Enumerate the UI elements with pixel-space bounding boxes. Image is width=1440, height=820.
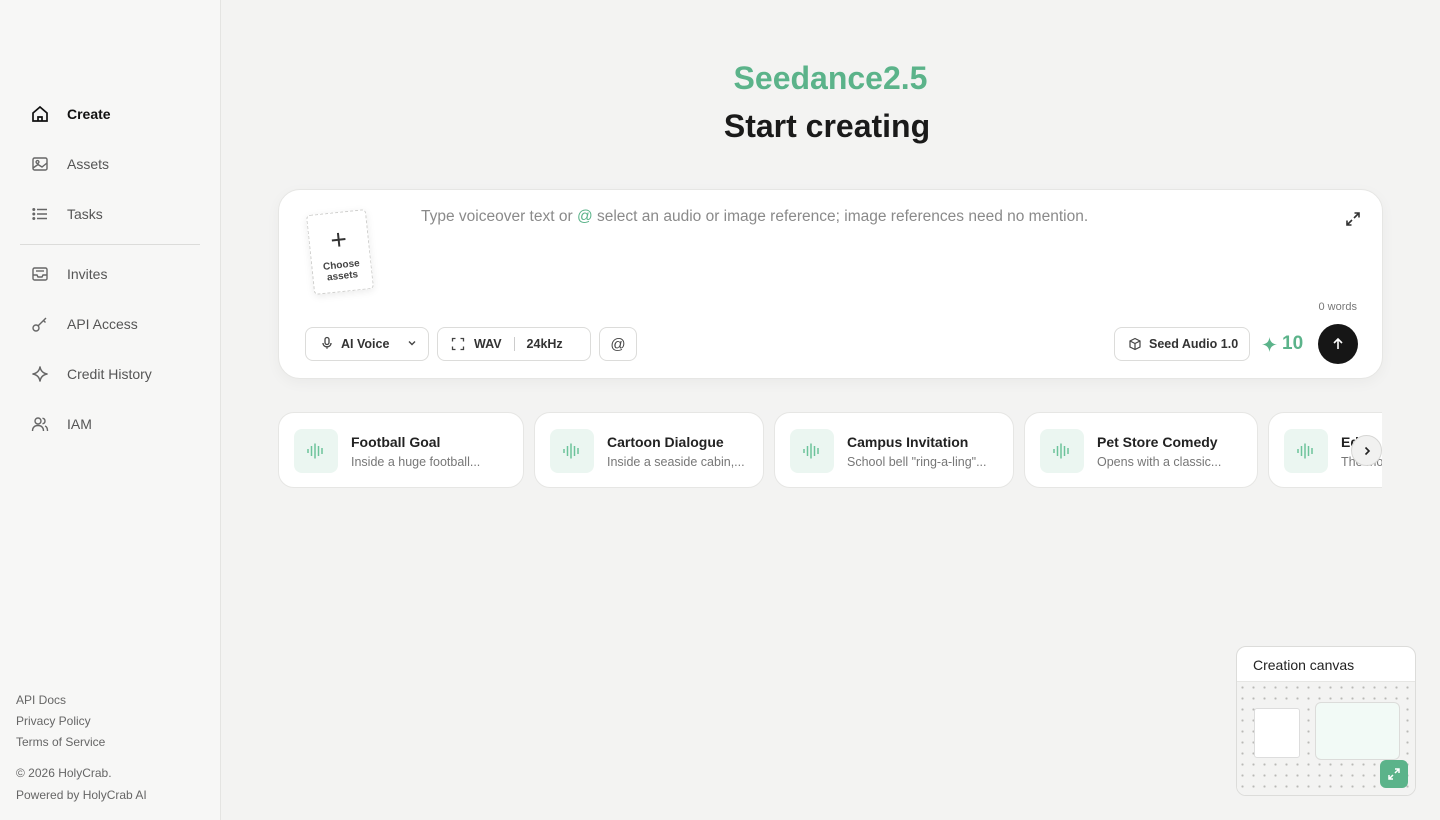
sidebar-footer: API Docs Privacy Policy Terms of Service… (16, 690, 147, 806)
waveform-icon (550, 429, 594, 473)
suggestion-description: Opens with a classic... (1097, 455, 1222, 469)
audio-format-select[interactable]: WAV 24kHz (437, 327, 591, 361)
prompt-placeholder-suffix: select an audio or image reference; imag… (592, 208, 1089, 225)
waveform-icon (790, 429, 834, 473)
sidebar-item-label: Assets (67, 156, 110, 172)
sidebar-divider (20, 244, 200, 245)
sidebar-item-tasks[interactable]: Tasks (20, 189, 200, 239)
powered-by-line: Powered by HolyCrab AI (16, 788, 147, 802)
creation-canvas-title: Creation canvas (1237, 647, 1415, 682)
suggestion-card[interactable]: Cartoon Dialogue Inside a seaside cabin,… (534, 412, 764, 488)
open-canvas-button[interactable] (1380, 760, 1408, 788)
sidebar-item-label: Tasks (67, 206, 103, 222)
canvas-node-preview (1254, 708, 1300, 758)
credit-cost-value: 10 (1282, 333, 1304, 354)
image-icon (30, 154, 50, 174)
sidebar-item-iam[interactable]: IAM (20, 399, 200, 449)
send-button[interactable] (1318, 324, 1358, 364)
mention-button[interactable]: @ (599, 327, 637, 361)
at-icon: @ (610, 335, 626, 353)
api-docs-link[interactable]: API Docs (16, 690, 147, 711)
sparkle-icon (1261, 336, 1278, 353)
choose-assets-button[interactable]: + Choose assets (305, 209, 375, 295)
sidebar-item-label: Create (67, 106, 111, 122)
key-icon (30, 314, 50, 334)
copyright-text: © 2026 HolyCrab. Powered by HolyCrab AI (16, 762, 147, 806)
chevron-right-icon (1361, 445, 1373, 457)
page-title: Start creating (723, 108, 931, 144)
arrow-up-icon (1331, 337, 1345, 351)
sidebar-item-label: API Access (67, 316, 138, 332)
suggestion-title: Cartoon Dialogue (607, 434, 724, 450)
suggestion-card[interactable]: Campus Invitation School bell "ring-a-li… (774, 412, 1014, 488)
sidebar-nav: Create Assets Tasks Invites API Access C… (20, 89, 200, 449)
users-icon (30, 414, 50, 434)
sidebar-item-label: IAM (67, 416, 92, 432)
suggestion-cards: Football Goal Inside a huge football... … (278, 412, 1382, 488)
sparkle-icon (30, 364, 50, 384)
waveform-icon (294, 429, 338, 473)
sidebar-item-create[interactable]: Create (20, 89, 200, 139)
model-select[interactable]: Seed Audio 1.0 (1114, 327, 1250, 361)
format-separator (513, 337, 515, 351)
expand-icon (1387, 767, 1401, 781)
sidebar-item-assets[interactable]: Assets (20, 139, 200, 189)
terms-of-service-link[interactable]: Terms of Service (16, 732, 147, 753)
prompt-composer: + Choose assets Type voiceover text or @… (278, 189, 1383, 379)
model-label: Seed Audio 1.0 (1149, 337, 1239, 351)
fullscreen-icon (451, 337, 465, 351)
expand-icon[interactable] (1344, 210, 1362, 228)
voice-select-label: AI Voice (341, 337, 390, 351)
prompt-input[interactable]: Type voiceover text or @ select an audio… (421, 208, 1088, 226)
microphone-icon (320, 336, 334, 353)
privacy-policy-link[interactable]: Privacy Policy (16, 711, 147, 732)
sidebar-item-label: Credit History (67, 366, 152, 382)
suggestion-title: Football Goal (351, 434, 441, 450)
suggestion-description: Inside a huge football... (351, 455, 481, 469)
sidebar-item-api-access[interactable]: API Access (20, 299, 200, 349)
format-label: WAV (474, 337, 502, 351)
voice-select[interactable]: AI Voice (305, 327, 429, 361)
sidebar: Create Assets Tasks Invites API Access C… (0, 0, 221, 820)
sidebar-item-label: Invites (67, 266, 108, 282)
prompt-placeholder-at: @ (576, 208, 593, 225)
suggestion-card[interactable]: Football Goal Inside a huge football... (278, 412, 524, 488)
choose-assets-label: Choose assets (322, 258, 361, 284)
credit-cost: 10 (1261, 333, 1303, 355)
suggestion-title: Pet Store Comedy (1097, 434, 1218, 450)
copyright-line: © 2026 HolyCrab. (16, 766, 112, 780)
scroll-next-button[interactable] (1351, 435, 1382, 466)
plus-icon: + (328, 223, 349, 256)
cube-icon (1128, 337, 1142, 351)
sample-rate-label: 24kHz (526, 337, 563, 351)
canvas-node-preview (1315, 702, 1400, 760)
sidebar-item-invites[interactable]: Invites (20, 249, 200, 299)
waveform-icon (1040, 429, 1084, 473)
word-count: 0 words (1318, 301, 1357, 313)
list-icon (30, 204, 50, 224)
brand-title: Seedance2.5 (733, 60, 928, 96)
suggestion-card[interactable]: Pet Store Comedy Opens with a classic... (1024, 412, 1258, 488)
sidebar-item-credit-history[interactable]: Credit History (20, 349, 200, 399)
waveform-icon (1284, 429, 1328, 473)
suggestion-description: Inside a seaside cabin,... (607, 455, 745, 469)
canvas-preview (1237, 682, 1415, 795)
inbox-icon (30, 264, 50, 284)
suggestion-title: Campus Invitation (847, 434, 969, 450)
prompt-placeholder-prefix: Type voiceover text or (421, 208, 577, 225)
suggestion-description: School bell "ring-a-ling"... (847, 455, 987, 469)
home-icon (30, 104, 50, 124)
chevron-down-icon (406, 337, 418, 352)
creation-canvas-widget[interactable]: Creation canvas (1236, 646, 1416, 796)
